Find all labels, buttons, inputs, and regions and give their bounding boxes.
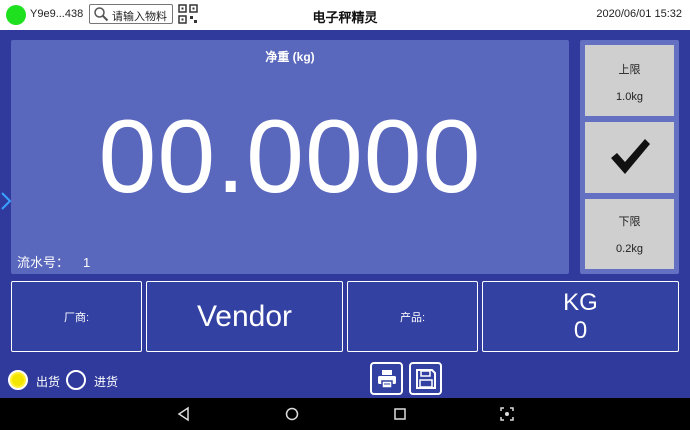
qr-code-icon[interactable]	[178, 4, 198, 24]
recent-apps-icon[interactable]	[392, 406, 408, 422]
unit-label: KG	[563, 288, 598, 316]
save-button[interactable]	[409, 362, 442, 395]
device-id: Y9e9...438	[30, 8, 84, 20]
vendor-select[interactable]: Vendor	[146, 281, 343, 352]
material-search-input[interactable]: 请输入物料	[89, 4, 173, 24]
search-placeholder: 请输入物料	[112, 11, 167, 23]
vendor-label: 厂商:	[11, 281, 142, 352]
radio-outbound-label[interactable]: 出货	[36, 373, 60, 390]
upper-limit-button[interactable]: 上限 1.0kg	[585, 45, 674, 116]
radio-outbound[interactable]	[8, 370, 28, 390]
checkmark-icon	[611, 139, 650, 174]
back-icon[interactable]	[176, 406, 192, 422]
print-button[interactable]	[370, 362, 403, 395]
top-bar: Y9e9...438 请输入物料 电子秤精灵 2020/06/01 15:32	[0, 0, 690, 30]
serial-value: 1	[83, 255, 91, 270]
search-icon	[94, 7, 109, 22]
unit-value: 0	[573, 316, 588, 344]
serial-number: 流水号： 1	[17, 252, 90, 271]
radio-inbound-label[interactable]: 进货	[94, 373, 118, 390]
printer-icon	[378, 370, 396, 389]
unit-select[interactable]: KG 0	[482, 281, 679, 352]
serial-label: 流水号：	[17, 255, 70, 270]
radio-inbound[interactable]	[66, 370, 86, 390]
weight-display-panel: 净重 (kg) 00.0000 流水号： 1	[11, 40, 569, 274]
net-weight-label: 净重 (kg)	[265, 50, 315, 64]
product-label: 产品:	[347, 281, 478, 352]
confirm-button[interactable]	[585, 122, 674, 193]
datetime: 2020/06/01 15:32	[596, 8, 682, 20]
lower-limit-button[interactable]: 下限 0.2kg	[585, 199, 674, 269]
weight-value: 00.0000	[98, 99, 482, 215]
system-nav-bar	[0, 398, 690, 430]
upper-limit-label: 上限	[618, 64, 641, 76]
lower-limit-value: 0.2kg	[616, 243, 643, 255]
connection-status-icon	[6, 5, 26, 25]
limit-panel: 上限 1.0kg 下限 0.2kg	[580, 40, 679, 274]
lower-limit-label: 下限	[618, 216, 641, 228]
save-icon	[416, 369, 436, 389]
upper-limit-value: 1.0kg	[616, 91, 643, 103]
screenshot-icon[interactable]	[499, 406, 515, 422]
home-icon[interactable]	[284, 406, 300, 422]
